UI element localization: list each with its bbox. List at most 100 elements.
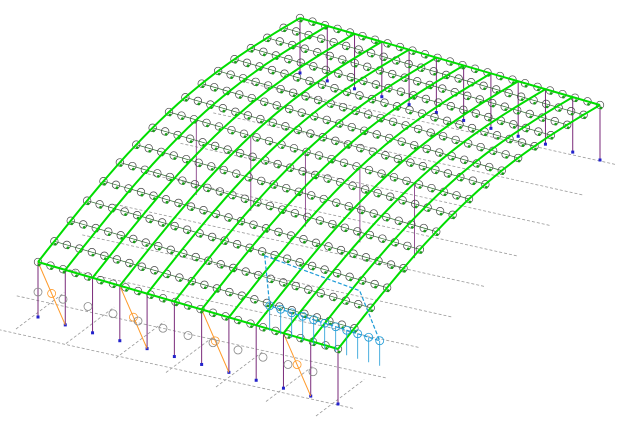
support-node [36, 315, 40, 319]
support-node [462, 118, 466, 122]
purlin-node [62, 270, 66, 274]
purlin-node [207, 262, 211, 266]
purlin-node [554, 122, 558, 126]
structural-model-viewport[interactable] [0, 0, 622, 422]
purlin-node [492, 152, 496, 156]
purlin-node [505, 155, 509, 159]
brace [119, 285, 148, 349]
purlin-node [350, 78, 354, 82]
purlin-node [459, 126, 462, 129]
purlin-node [37, 263, 41, 267]
purlin-node [270, 280, 274, 284]
purlin-node [337, 30, 340, 34]
purlin-node [359, 149, 363, 153]
purlin-node [286, 260, 290, 264]
purlin-node [125, 288, 128, 292]
purlin-node [541, 119, 545, 122]
3d-frame-model[interactable] [0, 0, 622, 422]
purlin-node [219, 193, 223, 196]
purlin-node [150, 296, 153, 300]
purlin-node [398, 222, 402, 226]
purlin-node [206, 189, 210, 193]
wall-girt-ring [258, 352, 268, 362]
purlin [87, 200, 388, 289]
purlin-node [181, 182, 185, 185]
purlin-node [412, 52, 415, 56]
purlin-node [248, 178, 252, 182]
purlin-node [131, 167, 135, 171]
purlin-node [373, 215, 377, 218]
purlin-node [235, 175, 239, 179]
purlin-node [443, 193, 447, 197]
purlin-node [390, 266, 394, 269]
purlin-node [175, 303, 178, 307]
purlin-node [426, 150, 430, 154]
purlin-node [351, 128, 355, 132]
purlin-node [488, 168, 492, 172]
purlin-node [342, 108, 346, 112]
purlin-node [237, 321, 241, 325]
purlin-node [509, 140, 512, 144]
purlin-node [431, 189, 434, 193]
purlin-node [184, 98, 188, 102]
purlin-node [212, 314, 216, 318]
support-node [407, 103, 411, 107]
purlin-node [66, 246, 70, 250]
eave-beam [299, 17, 601, 106]
purlin-node [324, 271, 328, 274]
support-node [571, 150, 575, 154]
purlin-node [230, 76, 234, 79]
purlin-node [402, 201, 406, 205]
purlin-node [206, 124, 209, 128]
brace [201, 309, 230, 373]
purlin-node [312, 67, 316, 71]
purlin-node [271, 71, 275, 75]
support-node [91, 331, 95, 335]
purlin-node [393, 178, 397, 182]
purlin-node [321, 86, 325, 89]
purlin-node [328, 248, 331, 251]
purlin-node [170, 251, 174, 255]
purlin-node [253, 226, 256, 230]
purlin-node [280, 90, 284, 94]
purlin-node [250, 49, 254, 53]
purlin-node [474, 70, 478, 74]
purlin-node [149, 220, 153, 224]
purlin-node [525, 129, 529, 133]
purlin-node [378, 262, 381, 266]
purlin-node [145, 244, 149, 247]
purlin-node [456, 196, 459, 200]
purlin-node [240, 222, 244, 226]
purlin-node [336, 274, 340, 278]
purlin-node [367, 116, 371, 119]
purlin-node [392, 123, 396, 127]
purlin-node [272, 124, 276, 128]
purlin-node [322, 138, 326, 142]
purlin-node [449, 63, 453, 66]
purlin-node [182, 255, 186, 258]
purlin-node [87, 278, 91, 281]
purlin-node [345, 302, 349, 305]
purlin-node [161, 224, 165, 227]
purlin [152, 127, 453, 216]
purlin-node [135, 146, 139, 150]
purlin-node [452, 216, 456, 220]
purlin-node [338, 125, 342, 128]
purlin [119, 162, 420, 250]
purlin-node [307, 291, 311, 295]
purlin-node [238, 96, 242, 99]
purlin-node [423, 229, 427, 233]
purlin-node [459, 178, 463, 182]
purlin [70, 220, 371, 309]
purlin-node [401, 143, 405, 147]
purlin-node [243, 135, 247, 139]
purlin-node [164, 133, 168, 136]
purlin-node [222, 109, 226, 113]
purlin-node [408, 65, 412, 69]
purlin-node [447, 175, 451, 178]
support-node [543, 142, 547, 146]
purlin-node [86, 202, 90, 206]
support-node [254, 378, 258, 382]
purlin-node [574, 99, 578, 103]
purlin-node [91, 253, 95, 257]
